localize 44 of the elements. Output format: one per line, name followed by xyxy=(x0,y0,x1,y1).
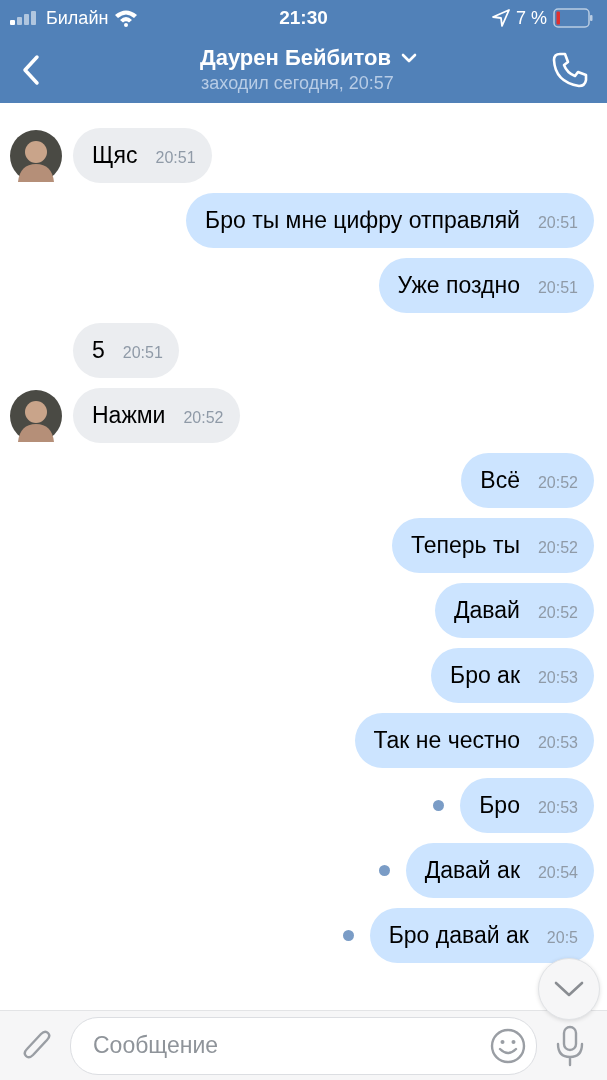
battery-percent: 7 % xyxy=(515,7,547,29)
message-time: 20:52 xyxy=(537,538,578,558)
message-time: 20:54 xyxy=(537,863,578,883)
chevron-down-icon xyxy=(554,981,584,997)
message-time: 20:52 xyxy=(537,603,578,623)
microphone-icon[interactable] xyxy=(555,1024,585,1067)
message-text: Давай xyxy=(454,596,520,625)
clock-time: 21:30 xyxy=(279,7,328,29)
message-time: 20:51 xyxy=(537,213,578,233)
message-text: 5 xyxy=(92,336,105,365)
message-time: 20:52 xyxy=(183,408,224,428)
avatar[interactable] xyxy=(10,129,62,182)
message-time: 20:53 xyxy=(537,798,578,818)
avatar[interactable] xyxy=(10,389,62,442)
message-text: Бро давай ак xyxy=(388,921,529,950)
message-text: Нажми xyxy=(92,401,166,430)
location-arrow-icon xyxy=(491,9,510,27)
message-text: Всё xyxy=(480,466,520,495)
back-chevron-icon xyxy=(22,53,40,86)
message-time: 20:51 xyxy=(122,343,163,363)
message-input-box[interactable]: Сообщение xyxy=(70,1016,537,1075)
message-time: 20:53 xyxy=(537,668,578,688)
message-time: 20:51 xyxy=(537,278,578,298)
last-seen-status: заходил сегодня, 20:57 xyxy=(201,73,394,94)
contact-name[interactable]: Даурен Бейбитов xyxy=(199,45,392,71)
message-time: 20:5 xyxy=(546,928,578,948)
phone-call-icon[interactable] xyxy=(551,50,589,89)
dropdown-caret-icon[interactable] xyxy=(401,53,418,63)
message-text: Уже поздно xyxy=(397,271,520,300)
carrier-name: Билайн xyxy=(46,7,109,29)
battery-icon xyxy=(553,8,593,28)
message-time: 20:51 xyxy=(155,148,196,168)
wifi-icon xyxy=(114,9,139,27)
scroll-down-button[interactable] xyxy=(538,958,600,1020)
message-text: Бро xyxy=(479,791,520,820)
message-text: Теперь ты xyxy=(410,531,520,560)
message-text: Бро ты мне цифру отправляй xyxy=(205,206,520,235)
emoji-icon[interactable] xyxy=(490,1027,526,1064)
message-text: Бро ак xyxy=(450,661,520,690)
message-time: 20:53 xyxy=(537,733,578,753)
message-text: Так не честно xyxy=(373,726,520,755)
message-text: Щяс xyxy=(92,141,138,170)
message-text: Давай ак xyxy=(424,856,520,885)
message-time: 20:52 xyxy=(537,473,578,493)
